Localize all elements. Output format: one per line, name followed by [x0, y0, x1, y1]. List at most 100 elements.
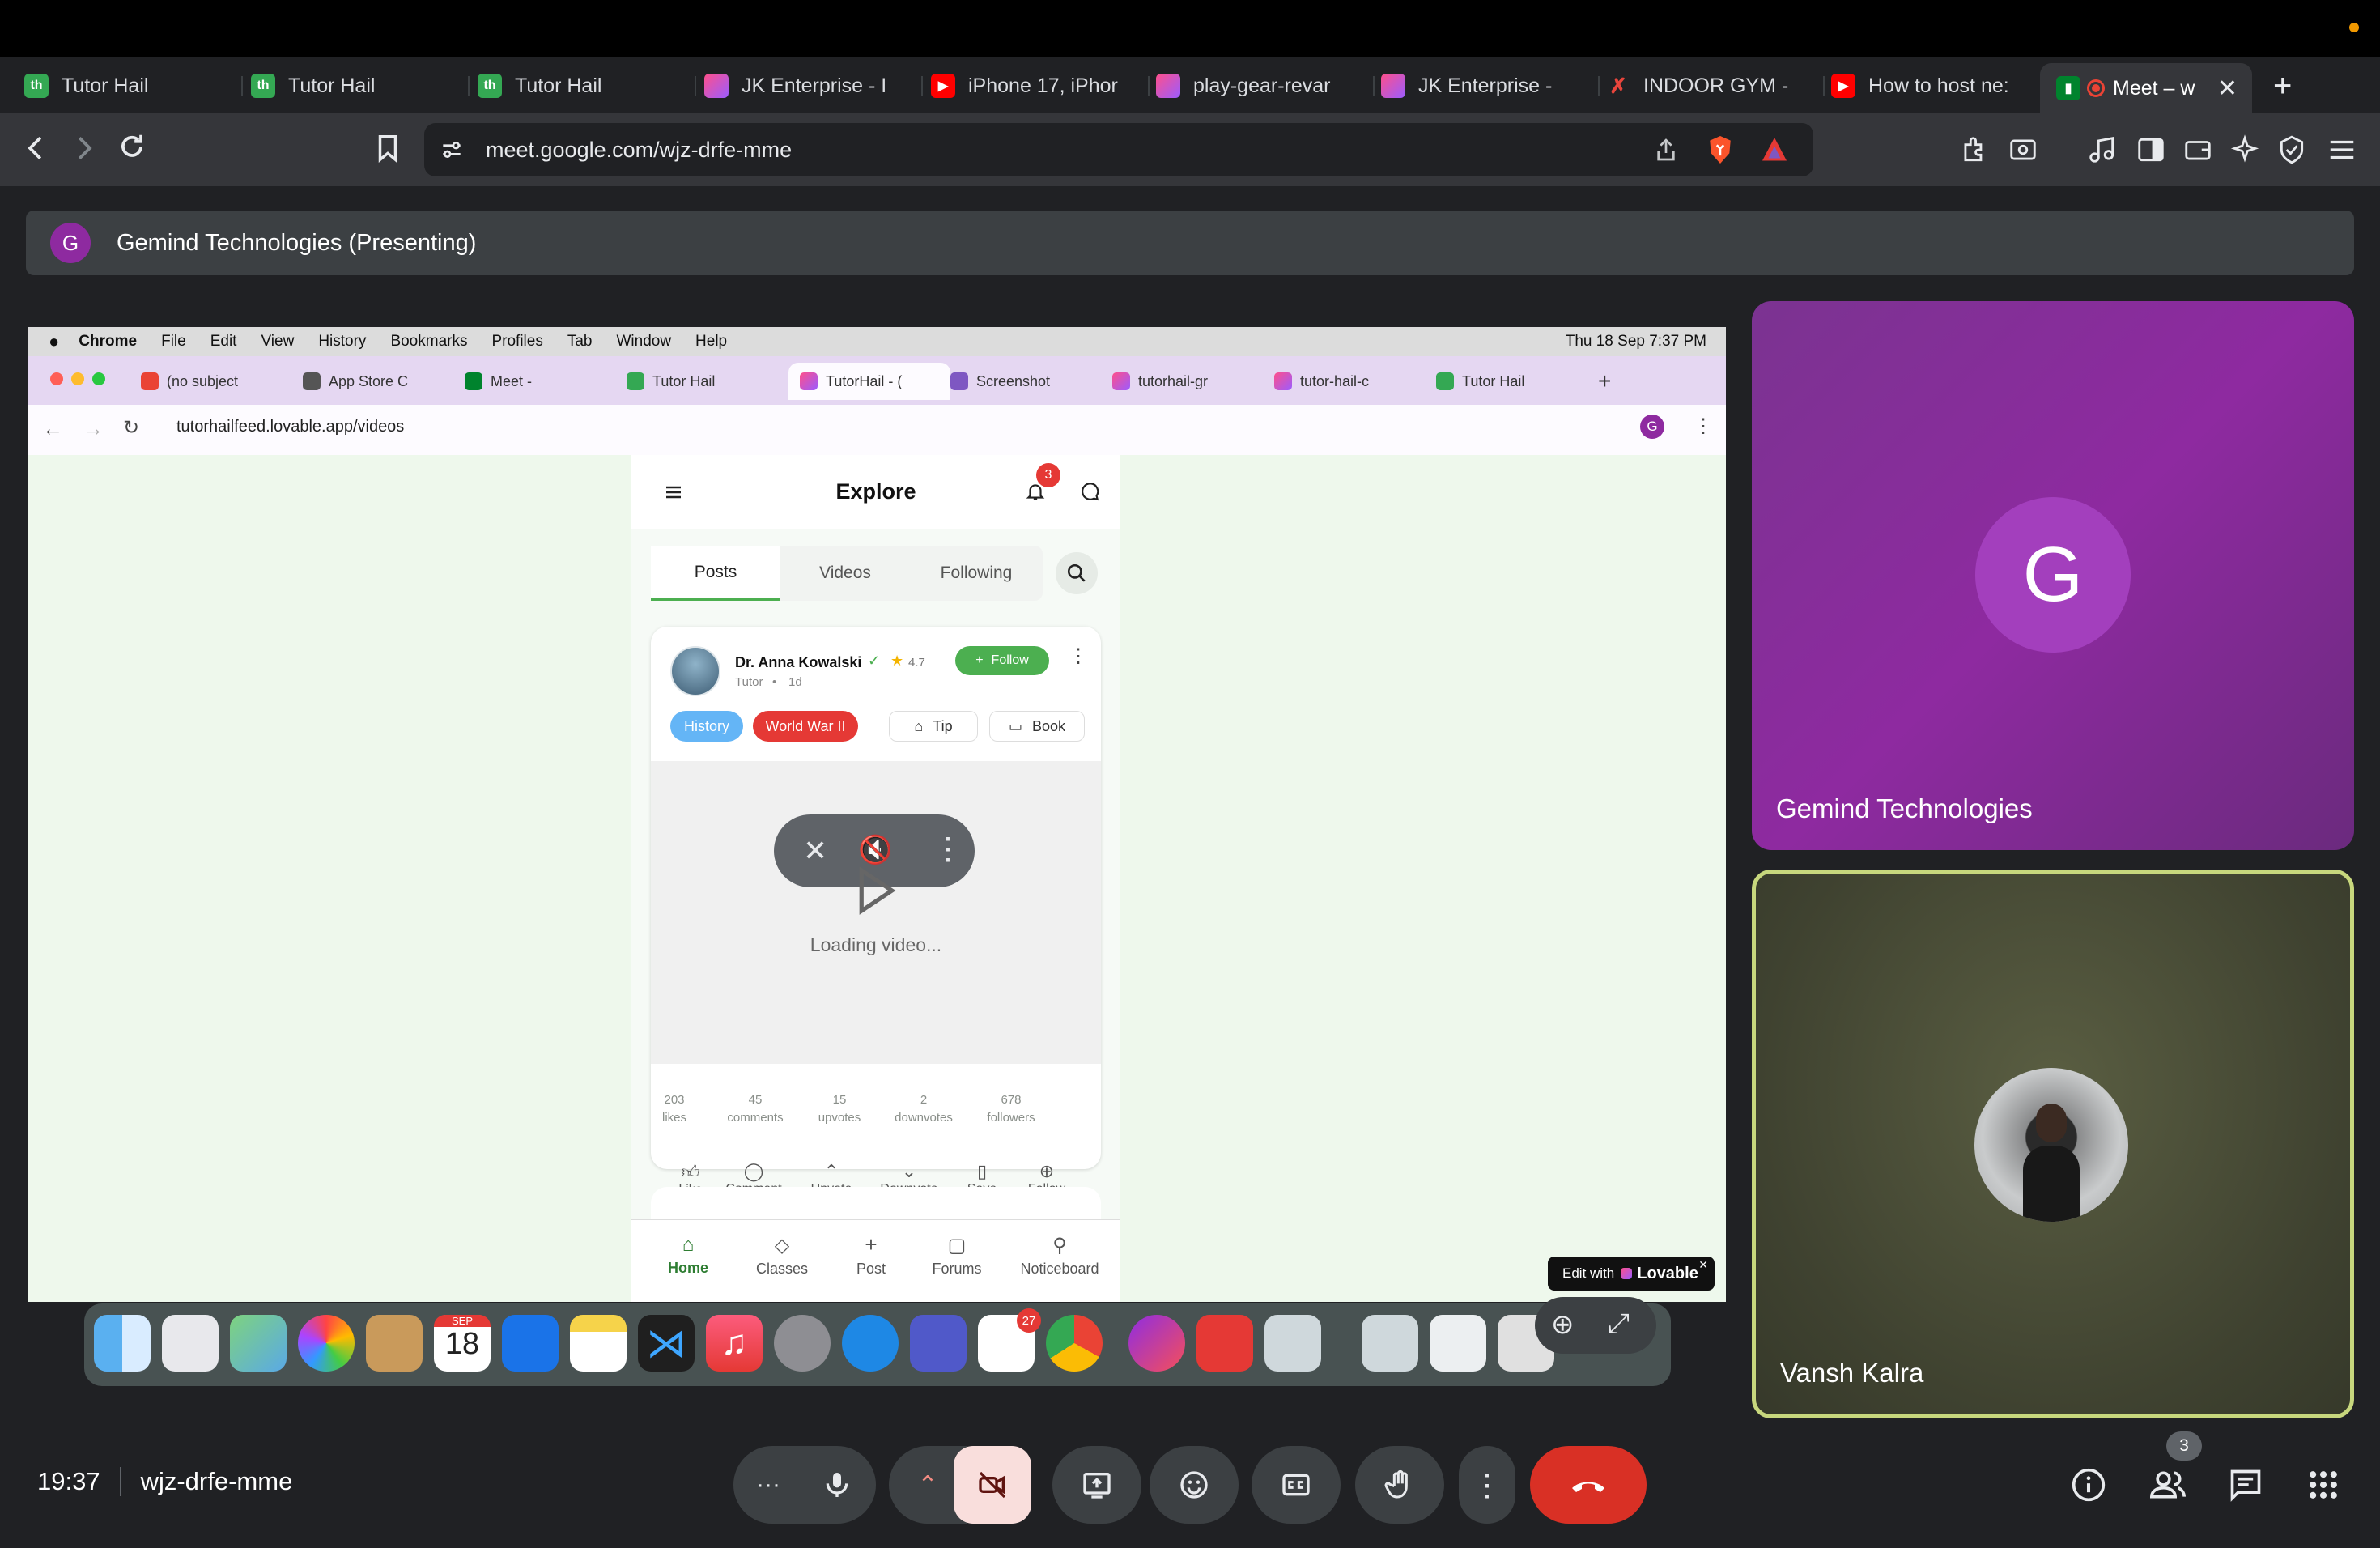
nav-noticeboard[interactable]: ⚲ Noticeboard [1007, 1235, 1112, 1278]
url-text[interactable]: tutorhailfeed.lovable.app/videos [176, 418, 404, 436]
url-bar[interactable]: meet.google.com/wjz-drfe-mme [424, 123, 1813, 176]
sidebar-icon[interactable] [2136, 134, 2166, 165]
tip-button[interactable]: ⌂ Tip [889, 711, 978, 742]
browser-tab[interactable]: ✗ INDOOR GYM - [1606, 65, 1825, 107]
browser-tab[interactable]: ▶ iPhone 17, iPhor [931, 65, 1150, 107]
close-icon[interactable]: ✕ [2217, 74, 2238, 103]
back-icon[interactable]: ← [42, 416, 63, 441]
more-icon[interactable]: ⋮ [933, 831, 963, 867]
unpin-icon[interactable]: ✕ [803, 834, 827, 868]
tab-following[interactable]: Following [910, 546, 1043, 601]
safari-icon[interactable] [842, 1315, 899, 1372]
follow-button[interactable]: + Follow [955, 646, 1049, 675]
participant-tile-active-speaker[interactable]: Vansh Kalra [1752, 870, 2354, 1418]
disk-icon[interactable] [1362, 1315, 1418, 1372]
new-tab-icon[interactable]: + [1598, 363, 1630, 400]
vpn-icon[interactable] [2276, 134, 2307, 165]
tag-history[interactable]: History [670, 711, 743, 742]
lovable-badge[interactable]: Edit with Lovable ✕ [1548, 1257, 1715, 1291]
vscode-icon[interactable]: ⋊ [638, 1315, 695, 1372]
maps-icon[interactable] [230, 1315, 287, 1372]
emoji-button[interactable] [1150, 1446, 1239, 1524]
menu-icon[interactable] [2327, 134, 2357, 165]
forward-icon[interactable] [68, 133, 99, 164]
info-icon[interactable] [2071, 1467, 2106, 1503]
music-icon[interactable]: ♫ [706, 1315, 763, 1372]
mic-icon[interactable] [821, 1469, 853, 1501]
system-settings-icon[interactable] [774, 1315, 831, 1372]
reload-icon[interactable]: ↻ [123, 416, 139, 440]
more-options-icon[interactable]: ⋮ [1069, 644, 1088, 668]
zoom-icon[interactable]: ⊕ [1551, 1308, 1575, 1341]
extensions-icon[interactable] [1959, 134, 1990, 165]
browser-tab[interactable]: play-gear-revar [1156, 65, 1375, 107]
documents-icon[interactable] [1430, 1315, 1486, 1372]
browser-tab[interactable]: ▶ How to host ne: [1831, 65, 2050, 107]
browser-tab[interactable]: JK Enterprise - [1381, 65, 1600, 107]
tab-videos[interactable]: Videos [780, 546, 910, 601]
photos-icon[interactable] [298, 1315, 355, 1372]
contacts-icon[interactable] [366, 1315, 423, 1372]
raise-hand-button[interactable] [1355, 1446, 1444, 1524]
browser-tab-active[interactable]: ▮ Meet – w ✕ [2040, 63, 2252, 113]
chrome-tab[interactable]: (no subject [141, 363, 303, 400]
chrome-tab[interactable]: Meet - [465, 363, 627, 400]
forward-icon[interactable]: → [83, 416, 104, 441]
video-player[interactable]: ✕ 🔇 ⋮ Loading video... [651, 761, 1101, 1064]
brave-rewards-icon[interactable] [1760, 135, 1789, 164]
finder-icon[interactable] [94, 1315, 151, 1372]
tag-world-war-ii[interactable]: World War II [753, 711, 858, 742]
browser-tab[interactable]: th Tutor Hail [478, 65, 696, 107]
music-icon[interactable] [2087, 134, 2118, 165]
activities-icon[interactable] [2306, 1467, 2341, 1503]
avatar[interactable] [670, 646, 720, 696]
bookmark-icon[interactable] [372, 133, 403, 164]
teams-icon[interactable] [910, 1315, 967, 1372]
reload-icon[interactable] [117, 131, 147, 162]
close-icon[interactable]: ✕ [1698, 1258, 1708, 1272]
preview-icon[interactable] [1264, 1315, 1321, 1372]
chrome-tab[interactable]: Screenshot [950, 363, 1112, 400]
calendar-icon[interactable]: SEP 18 [434, 1315, 491, 1372]
chrome-tab[interactable]: App Store C [303, 363, 465, 400]
nav-post[interactable]: + Post [831, 1232, 912, 1278]
captions-button[interactable] [1252, 1446, 1341, 1524]
chrome-icon[interactable] [1046, 1315, 1103, 1372]
fullscreen-icon[interactable]: ⤢ [1608, 1308, 1630, 1340]
browser-tab[interactable]: th Tutor Hail [251, 65, 470, 107]
wallet-icon[interactable] [2182, 134, 2213, 165]
screen-capture-icon[interactable] [2008, 134, 2038, 165]
more-horizontal-icon[interactable]: ··· [756, 1471, 780, 1499]
tab-posts[interactable]: Posts [651, 546, 780, 601]
chrome-tab[interactable]: Tutor Hail [1436, 363, 1598, 400]
more-options-button[interactable]: ⋮ [1459, 1446, 1515, 1524]
notes-icon[interactable] [570, 1315, 627, 1372]
nav-forums[interactable]: ▢ Forums [916, 1235, 997, 1278]
chrome-tab[interactable]: Tutor Hail [627, 363, 788, 400]
camera-off-button[interactable] [954, 1446, 1031, 1524]
share-icon[interactable] [1653, 137, 1679, 163]
chrome-tab[interactable]: tutorhail-gr [1112, 363, 1274, 400]
chrome-tab-active[interactable]: TutorHail - ( [788, 363, 950, 400]
leo-ai-icon[interactable] [2229, 134, 2260, 165]
people-icon[interactable] [2148, 1467, 2187, 1503]
mute-icon[interactable]: 🔇 [858, 834, 892, 866]
wps-icon[interactable] [1128, 1315, 1185, 1372]
leave-call-button[interactable] [1530, 1446, 1647, 1524]
brave-shield-icon[interactable] [1706, 134, 1734, 165]
new-tab-icon[interactable]: + [2273, 68, 2292, 104]
browser-tab[interactable]: th Tutor Hail [24, 65, 243, 107]
launchpad-icon[interactable] [162, 1315, 219, 1372]
play-icon[interactable] [856, 866, 897, 915]
nav-home[interactable]: ⌂ Home [648, 1234, 729, 1277]
browser-tab[interactable]: JK Enterprise - I [704, 65, 923, 107]
present-button[interactable] [1052, 1446, 1141, 1524]
author-name[interactable]: Dr. Anna Kowalski [735, 654, 861, 671]
slack-icon[interactable]: 27 [978, 1308, 1041, 1372]
chat-icon[interactable] [2228, 1467, 2263, 1503]
book-button[interactable]: ▭ Book [989, 711, 1085, 742]
back-icon[interactable] [21, 133, 52, 164]
prime-video-icon[interactable] [502, 1315, 559, 1372]
site-settings-icon[interactable] [439, 137, 465, 163]
chrome-tab[interactable]: tutor-hail-c [1274, 363, 1436, 400]
